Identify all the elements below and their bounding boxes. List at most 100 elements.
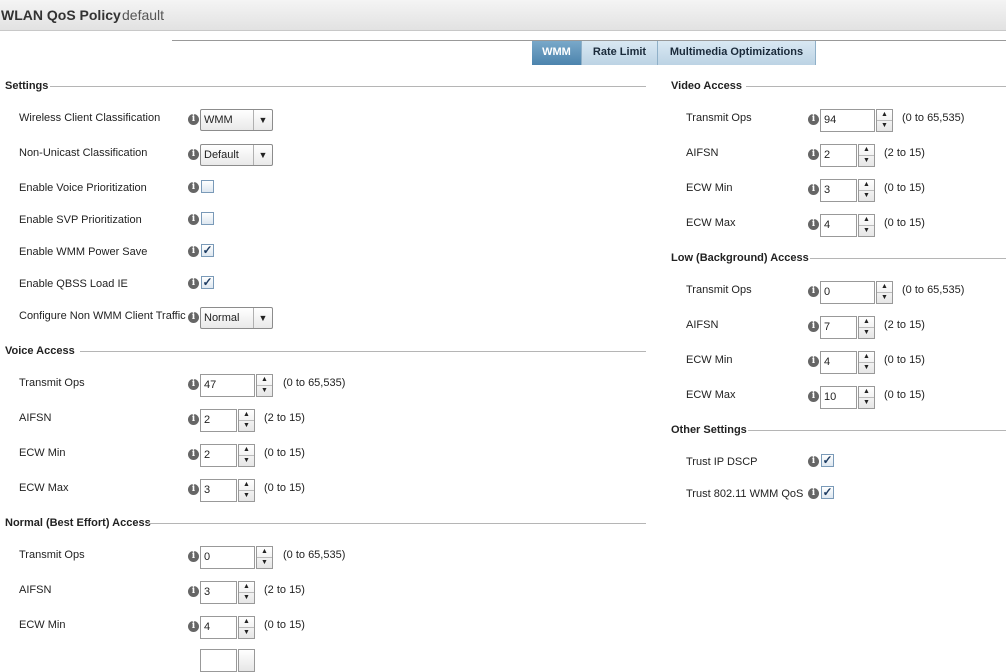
tab-rate-limit[interactable]: Rate Limit: [582, 41, 658, 65]
info-icon[interactable]: i: [188, 182, 199, 193]
info-icon[interactable]: i: [188, 484, 199, 495]
arrow-down-icon[interactable]: ▼: [239, 628, 254, 638]
arrow-up-icon[interactable]: ▲: [859, 352, 874, 363]
arrow-down-icon[interactable]: ▼: [859, 398, 874, 408]
arrow-up-icon[interactable]: ▲: [239, 582, 254, 593]
arrow-up-icon[interactable]: ▲: [859, 180, 874, 191]
spinner-input[interactable]: 3: [820, 179, 857, 202]
arrow-down-icon[interactable]: ▼: [859, 226, 874, 236]
info-icon[interactable]: i: [808, 488, 819, 499]
arrow-up-icon[interactable]: ▲: [257, 547, 272, 558]
non-unicast-classification-select[interactable]: Default ▼: [200, 144, 273, 166]
info-icon[interactable]: i: [188, 246, 199, 257]
info-icon[interactable]: i: [188, 379, 199, 390]
enable-svp-prioritization-checkbox[interactable]: [201, 212, 214, 225]
arrow-up-icon[interactable]: ▲: [859, 145, 874, 156]
info-icon[interactable]: i: [808, 391, 819, 402]
wireless-client-classification-select[interactable]: WMM ▼: [200, 109, 273, 131]
spinner-input[interactable]: 2: [200, 409, 237, 432]
spinner-input[interactable]: 4: [200, 616, 237, 639]
spinner-buttons[interactable]: ▲ ▼: [238, 409, 255, 432]
tab-multimedia-optimizations[interactable]: Multimedia Optimizations: [658, 41, 816, 65]
spinner-buttons[interactable]: [238, 649, 255, 672]
info-icon[interactable]: i: [808, 356, 819, 367]
spinner-buttons[interactable]: ▲ ▼: [858, 316, 875, 339]
spinner-buttons[interactable]: ▲ ▼: [858, 179, 875, 202]
arrow-up-icon[interactable]: ▲: [859, 215, 874, 226]
non-wmm-client-traffic-select[interactable]: Normal ▼: [200, 307, 273, 329]
spinner-input[interactable]: 7: [820, 316, 857, 339]
trust-ip-dscp-checkbox[interactable]: ✓: [821, 454, 834, 467]
arrow-down-icon[interactable]: ▼: [859, 363, 874, 373]
info-icon[interactable]: i: [808, 114, 819, 125]
spinner-buttons[interactable]: ▲ ▼: [876, 281, 893, 304]
arrow-up-icon[interactable]: ▲: [257, 375, 272, 386]
spinner-input[interactable]: 3: [200, 479, 237, 502]
enable-voice-prioritization-checkbox[interactable]: [201, 180, 214, 193]
arrow-up-icon[interactable]: ▲: [239, 445, 254, 456]
spinner-buttons[interactable]: ▲ ▼: [256, 374, 273, 397]
arrow-down-icon[interactable]: ▼: [239, 593, 254, 603]
info-icon[interactable]: i: [188, 551, 199, 562]
spinner-buttons[interactable]: ▲ ▼: [876, 109, 893, 132]
spinner-input[interactable]: 10: [820, 386, 857, 409]
arrow-up-icon[interactable]: ▲: [239, 480, 254, 491]
tab-wmm[interactable]: WMM: [532, 41, 582, 65]
arrow-up-icon[interactable]: ▲: [239, 410, 254, 421]
info-icon[interactable]: i: [188, 278, 199, 289]
arrow-down-icon[interactable]: ▼: [859, 191, 874, 201]
spinner-input[interactable]: [200, 649, 237, 672]
spinner-buttons[interactable]: ▲ ▼: [858, 144, 875, 167]
info-icon[interactable]: i: [808, 184, 819, 195]
spinner-buttons[interactable]: ▲ ▼: [858, 351, 875, 374]
enable-wmm-power-save-checkbox[interactable]: ✓: [201, 244, 214, 257]
spinner-input[interactable]: 94: [820, 109, 875, 132]
spinner-input[interactable]: 3: [200, 581, 237, 604]
spinner-buttons[interactable]: ▲ ▼: [858, 386, 875, 409]
arrow-down-icon[interactable]: ▼: [239, 456, 254, 466]
arrow-down-icon[interactable]: ▼: [877, 293, 892, 303]
spinner-buttons[interactable]: ▲ ▼: [238, 581, 255, 604]
spinner-buttons[interactable]: ▲ ▼: [238, 444, 255, 467]
info-icon[interactable]: i: [188, 414, 199, 425]
spinner-input[interactable]: 2: [820, 144, 857, 167]
arrow-down-icon[interactable]: ▼: [257, 386, 272, 396]
info-icon[interactable]: i: [188, 149, 199, 160]
arrow-down-icon[interactable]: ▼: [877, 121, 892, 131]
arrow-up-icon[interactable]: ▲: [859, 387, 874, 398]
info-icon[interactable]: i: [808, 149, 819, 160]
info-icon[interactable]: i: [188, 621, 199, 632]
info-icon[interactable]: i: [808, 456, 819, 467]
range-hint: (0 to 15): [884, 217, 925, 229]
info-icon[interactable]: i: [188, 214, 199, 225]
spinner-buttons[interactable]: ▲ ▼: [256, 546, 273, 569]
arrow-down-icon[interactable]: ▼: [239, 421, 254, 431]
info-icon[interactable]: i: [188, 449, 199, 460]
spinner-input[interactable]: 2: [200, 444, 237, 467]
arrow-up-icon[interactable]: ▲: [859, 317, 874, 328]
info-icon[interactable]: i: [808, 286, 819, 297]
spinner-input[interactable]: 4: [820, 351, 857, 374]
spinner-input[interactable]: 0: [820, 281, 875, 304]
trust-wmm-qos-checkbox[interactable]: ✓: [821, 486, 834, 499]
info-icon[interactable]: i: [188, 586, 199, 597]
spinner-buttons[interactable]: ▲ ▼: [858, 214, 875, 237]
info-icon[interactable]: i: [808, 321, 819, 332]
arrow-up-icon[interactable]: ▲: [877, 282, 892, 293]
arrow-down-icon[interactable]: ▼: [859, 328, 874, 338]
arrow-up-icon[interactable]: ▲: [239, 617, 254, 628]
spinner-buttons[interactable]: ▲ ▼: [238, 479, 255, 502]
arrow-down-icon[interactable]: ▼: [859, 156, 874, 166]
info-icon[interactable]: i: [188, 312, 199, 323]
arrow-down-icon[interactable]: ▼: [239, 491, 254, 501]
voice-aifsn-label: AIFSN: [19, 412, 52, 424]
enable-qbss-load-ie-checkbox[interactable]: ✓: [201, 276, 214, 289]
spinner-input[interactable]: 47: [200, 374, 255, 397]
arrow-up-icon[interactable]: ▲: [877, 110, 892, 121]
spinner-input[interactable]: 0: [200, 546, 255, 569]
info-icon[interactable]: i: [188, 114, 199, 125]
spinner-input[interactable]: 4: [820, 214, 857, 237]
spinner-buttons[interactable]: ▲ ▼: [238, 616, 255, 639]
info-icon[interactable]: i: [808, 219, 819, 230]
arrow-down-icon[interactable]: ▼: [257, 558, 272, 568]
